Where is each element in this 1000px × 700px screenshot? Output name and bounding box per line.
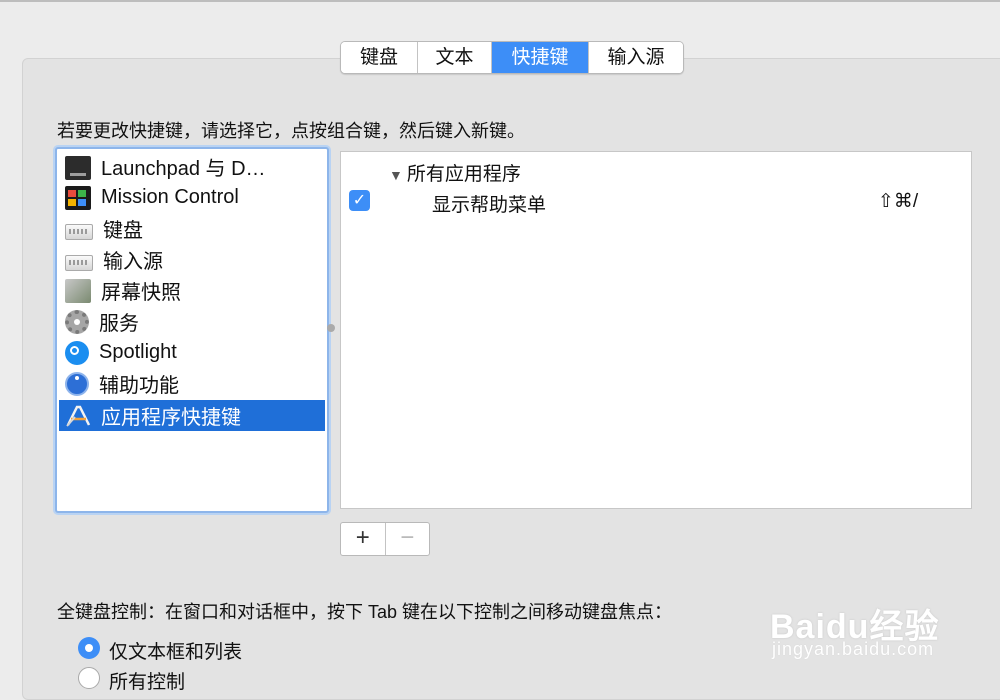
screenshot-icon xyxy=(65,278,91,303)
add-remove-control: + − xyxy=(340,522,430,556)
mission-control-icon xyxy=(65,185,91,210)
tab-shortcuts[interactable]: 快捷键 xyxy=(492,42,589,73)
instruction-text: 若要更改快捷键，请选择它，点按组合键，然后键入新键。 xyxy=(57,121,525,141)
shortcut-enabled-checkbox[interactable]: ✓ xyxy=(349,190,370,211)
category-label: 应用程序快捷键 xyxy=(101,407,241,429)
shortcut-keys[interactable]: ⇧⌘/ xyxy=(878,190,918,213)
tab-text[interactable]: 文本 xyxy=(418,42,492,73)
radio-all-controls[interactable] xyxy=(78,667,100,689)
category-item-launchpad[interactable]: Launchpad 与 D… xyxy=(59,151,325,182)
add-shortcut-button[interactable]: + xyxy=(341,523,386,555)
category-item-spotlight[interactable]: Spotlight xyxy=(59,337,325,368)
app-shortcuts-icon xyxy=(65,404,91,428)
shortcut-group-row[interactable]: ▼ 所有应用程序 xyxy=(389,159,521,186)
remove-shortcut-button[interactable]: − xyxy=(386,523,430,555)
category-label: 辅助功能 xyxy=(99,375,179,397)
split-view-handle[interactable] xyxy=(327,324,335,332)
gear-icon xyxy=(65,309,89,334)
category-item-input-sources[interactable]: 输入源 xyxy=(59,244,325,275)
radio-label-text-boxes[interactable]: 仅文本框和列表 xyxy=(109,637,242,664)
launchpad-icon xyxy=(65,155,91,180)
accessibility-icon xyxy=(65,371,89,396)
radio-label-all-controls[interactable]: 所有控制 xyxy=(109,667,185,694)
category-label: Mission Control xyxy=(101,186,239,208)
baidu-watermark: Baidu经验 jingyan.baidu.com xyxy=(768,585,948,665)
segmented-tabs: 键盘 文本 快捷键 输入源 xyxy=(340,41,684,74)
spotlight-icon xyxy=(65,340,89,365)
category-item-screenshots[interactable]: 屏幕快照 xyxy=(59,275,325,306)
category-label: Spotlight xyxy=(99,341,177,363)
shortcuts-table[interactable]: ▼ 所有应用程序 ✓ 显示帮助菜单 ⇧⌘/ xyxy=(340,151,972,509)
category-label: 输入源 xyxy=(103,251,163,273)
window-top-border xyxy=(0,0,1000,2)
keyboard-control-label: 全键盘控制：在窗口和对话框中，按下 Tab 键在以下控制之间移动键盘焦点： xyxy=(57,602,673,622)
category-label: 屏幕快照 xyxy=(101,282,181,304)
category-item-app-shortcuts[interactable]: 应用程序快捷键 xyxy=(59,400,325,431)
shortcut-name[interactable]: 显示帮助菜单 xyxy=(432,190,546,217)
category-list[interactable]: Launchpad 与 D… Mission Control 键盘 输入源 屏幕… xyxy=(55,147,329,513)
category-label: 键盘 xyxy=(103,220,143,242)
category-label: Launchpad 与 D… xyxy=(101,158,266,180)
category-label: 服务 xyxy=(99,313,139,335)
tab-keyboard[interactable]: 键盘 xyxy=(341,42,418,73)
tab-input-sources[interactable]: 输入源 xyxy=(589,42,683,73)
keyboard-icon xyxy=(65,254,93,271)
watermark-url: jingyan.baidu.com xyxy=(772,639,935,659)
keyboard-icon xyxy=(65,223,93,240)
radio-text-boxes-and-lists[interactable] xyxy=(78,637,100,659)
category-item-services[interactable]: 服务 xyxy=(59,306,325,337)
shortcut-group-label: 所有应用程序 xyxy=(406,164,521,185)
category-item-accessibility[interactable]: 辅助功能 xyxy=(59,368,325,399)
category-item-keyboard[interactable]: 键盘 xyxy=(59,213,325,244)
disclosure-triangle-icon[interactable]: ▼ xyxy=(389,167,403,183)
category-item-mission-control[interactable]: Mission Control xyxy=(59,182,325,213)
